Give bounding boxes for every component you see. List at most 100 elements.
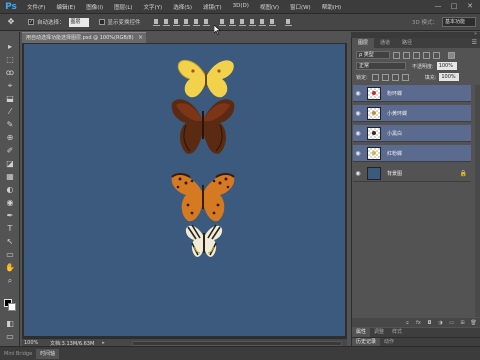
move-tool-icon[interactable]: ✥ [4, 16, 18, 28]
layer-row[interactable]: ◉ 小黑白 [353, 125, 471, 142]
clone-stamp-tool-icon[interactable]: ⊕ [4, 133, 16, 143]
align-hcenter-icon[interactable] [192, 18, 200, 26]
filter-shape-icon[interactable] [423, 51, 430, 59]
pen-tool-icon[interactable]: ✒ [4, 211, 16, 221]
tab-adjustments[interactable]: 调整 [370, 328, 388, 337]
visibility-eye-icon[interactable]: ◉ [353, 150, 363, 157]
panel-menu-icon[interactable]: ☰ [472, 38, 477, 48]
new-layer-icon[interactable]: ⊞ [459, 320, 466, 326]
new-group-icon[interactable]: ▭ [448, 320, 455, 326]
lock-all-icon[interactable] [401, 73, 409, 81]
menu-3d[interactable]: 3D(D) [233, 3, 249, 11]
tab-paths[interactable]: 路径 [396, 38, 418, 48]
tab-channels[interactable]: 通道 [374, 38, 396, 48]
auto-select-dropdown[interactable]: 图层 [68, 17, 89, 27]
add-mask-icon[interactable]: ◘ [426, 320, 433, 326]
menu-type[interactable]: 文字(Y) [144, 3, 163, 11]
distribute-right-icon[interactable] [268, 18, 276, 26]
auto-align-icon[interactable] [284, 18, 292, 26]
brush-tool-icon[interactable]: ✐ [4, 146, 16, 156]
collapse-icon[interactable]: » [474, 31, 477, 37]
background-color-swatch[interactable] [8, 303, 16, 311]
workspace-dropdown[interactable]: 基本功能 [442, 17, 476, 27]
type-tool-icon[interactable]: T [4, 224, 16, 234]
align-top-icon[interactable] [152, 18, 160, 26]
align-vcenter-icon[interactable] [162, 18, 170, 26]
menu-image[interactable]: 图像(I) [86, 3, 103, 11]
menu-filter[interactable]: 滤镜(T) [203, 3, 222, 11]
visibility-eye-icon[interactable]: ◉ [353, 90, 363, 97]
checkbox-icon[interactable]: ✓ [28, 19, 34, 25]
visibility-eye-icon[interactable]: ◉ [353, 130, 363, 137]
marquee-tool-icon[interactable]: ⬚ [4, 55, 16, 65]
maximize-button[interactable]: □ [448, 2, 460, 11]
document-tab[interactable]: 用自动选择功能选择图层.psd @ 100%(RGB/8) × [22, 32, 146, 43]
lock-transparent-icon[interactable] [371, 73, 379, 81]
layer-style-icon[interactable]: fx [415, 320, 422, 326]
zoom-tool-icon[interactable]: ⌕ [4, 276, 16, 286]
white-striped-butterfly-image[interactable] [184, 223, 224, 259]
layer-row[interactable]: ◉ 粉环蝶 [353, 85, 471, 102]
menu-help[interactable]: 帮助(H) [322, 3, 341, 11]
eyedropper-tool-icon[interactable]: ⁄ [4, 107, 16, 117]
crop-tool-icon[interactable]: ⬓ [4, 94, 16, 104]
layer-row[interactable]: ◉ 小黄环蝶 [353, 105, 471, 122]
menu-view[interactable]: 视图(V) [260, 3, 279, 11]
filter-type-icon[interactable] [413, 51, 420, 59]
tab-properties[interactable]: 属性 [352, 328, 371, 337]
menu-select[interactable]: 选择(S) [173, 3, 192, 11]
visibility-eye-icon[interactable]: ◉ [353, 110, 363, 117]
history-brush-tool-icon[interactable]: ◪ [4, 159, 16, 169]
lock-image-icon[interactable] [381, 73, 389, 81]
menu-window[interactable]: 窗口(W) [290, 3, 311, 11]
auto-select-checkbox[interactable]: ✓ 自动选择： 图层 [28, 17, 89, 27]
blur-tool-icon[interactable]: ◉ [4, 198, 16, 208]
filter-toggle-icon[interactable] [448, 51, 455, 59]
opacity-field[interactable]: 100% [436, 62, 457, 70]
fill-field[interactable]: 100% [439, 73, 460, 81]
path-select-tool-icon[interactable]: ↖ [4, 237, 16, 247]
distribute-bottom-icon[interactable] [238, 18, 246, 26]
distribute-vcenter-icon[interactable] [228, 18, 236, 26]
show-transform-checkbox[interactable]: 显示变换控件 [98, 18, 141, 26]
close-document-icon[interactable]: × [138, 33, 143, 43]
filter-pixel-icon[interactable] [393, 51, 400, 59]
adjustment-layer-icon[interactable]: ◑ [437, 320, 444, 326]
lock-position-icon[interactable] [391, 73, 399, 81]
filter-adjust-icon[interactable] [403, 51, 410, 59]
checkbox-icon[interactable] [98, 19, 105, 25]
align-bottom-icon[interactable] [172, 18, 180, 26]
layer-row-background[interactable]: ◉ 背景图 🔒 [353, 165, 471, 182]
gradient-tool-icon[interactable]: ◐ [4, 185, 16, 195]
align-right-icon[interactable] [202, 18, 210, 26]
brown-butterfly-image[interactable] [170, 93, 236, 159]
eraser-tool-icon[interactable]: ▦ [4, 172, 16, 182]
tab-styles[interactable]: 样式 [388, 328, 406, 337]
layers-scrollbar[interactable] [475, 85, 480, 317]
link-layers-icon[interactable]: ɕ [404, 320, 411, 326]
menu-edit[interactable]: 编辑(E) [56, 3, 75, 11]
lasso-tool-icon[interactable]: ꝏ [4, 68, 16, 78]
quick-mask-icon[interactable]: ◧ [4, 319, 16, 329]
align-left-icon[interactable] [182, 18, 190, 26]
tab-layers[interactable]: 图层 [352, 38, 375, 48]
delete-layer-icon[interactable]: 🗑 [470, 320, 477, 326]
document-canvas[interactable] [24, 44, 345, 336]
rectangle-tool-icon[interactable]: ▭ [4, 250, 16, 260]
tab-timeline[interactable]: 时间轴 [36, 348, 60, 359]
close-button[interactable]: ✕ [464, 2, 476, 11]
orange-butterfly-image[interactable] [170, 171, 236, 223]
tab-actions[interactable]: 动作 [380, 338, 398, 346]
hand-tool-icon[interactable]: ✋ [4, 263, 16, 273]
menu-layer[interactable]: 图层(L) [114, 3, 132, 11]
minimize-button[interactable]: — [432, 2, 444, 11]
layer-kind-dropdown[interactable]: ρ 类型 [356, 51, 390, 59]
screen-mode-icon[interactable]: ▭ [4, 332, 16, 342]
tab-mini-bridge[interactable]: Mini Bridge [0, 349, 36, 359]
tab-history[interactable]: 历史记录 [352, 338, 381, 346]
quick-select-tool-icon[interactable]: ⌖ [4, 81, 16, 91]
blend-mode-dropdown[interactable]: 正常 [356, 62, 406, 70]
distribute-hcenter-icon[interactable] [258, 18, 266, 26]
visibility-eye-icon[interactable]: ◉ [353, 170, 363, 177]
distribute-left-icon[interactable] [248, 18, 256, 26]
